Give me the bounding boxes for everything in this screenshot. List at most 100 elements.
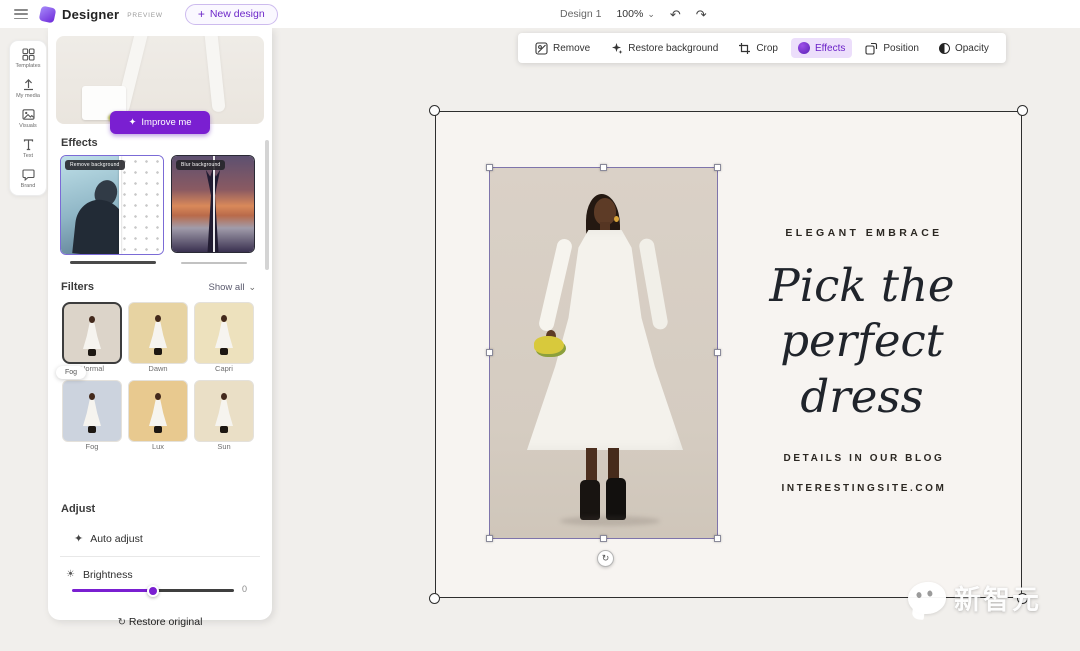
model-figure [580, 480, 600, 520]
improve-me-label: Improve me [141, 117, 192, 128]
effect-slider-track[interactable] [70, 261, 156, 264]
plus-icon: + [197, 6, 205, 21]
effect-slider-track[interactable] [181, 262, 247, 264]
filter-thumbnail[interactable] [194, 380, 254, 442]
text-icon [23, 139, 33, 151]
effects-section-title: Effects [61, 137, 98, 149]
filter-label: Lux [151, 442, 165, 451]
brightness-value: 0 [242, 584, 248, 594]
improve-me-button[interactable]: ✦ Improve me [110, 111, 210, 134]
rail-label: Visuals [19, 123, 37, 129]
remove-icon [535, 41, 548, 55]
filter-thumbnail[interactable] [62, 302, 122, 364]
resize-handle[interactable] [486, 349, 493, 356]
crop-label: Crop [756, 42, 778, 54]
remove-label: Remove [553, 42, 591, 54]
filter-tooltip: Fog [56, 366, 87, 379]
rail-label: Templates [15, 63, 41, 69]
model-figure [594, 198, 616, 225]
design-headline-text[interactable]: Pick the perfect dress [712, 258, 1012, 424]
opacity-label: Opacity [954, 42, 989, 54]
effect-photo [61, 156, 130, 254]
brightness-label: Brightness [82, 569, 133, 581]
menu-icon[interactable] [14, 9, 28, 19]
position-button[interactable]: Position [858, 38, 926, 59]
auto-adjust-label: Auto adjust [90, 533, 143, 545]
dress-detail [203, 36, 226, 113]
chevron-down-icon: ⌄ [647, 8, 655, 19]
new-design-button[interactable]: + New design [184, 3, 278, 25]
sidebar-item-brand[interactable]: Brand [10, 168, 46, 189]
filter-thumbnail[interactable] [62, 380, 122, 442]
restore-background-label: Restore background [628, 42, 719, 54]
design-eyebrow-text[interactable]: ELEGANT EMBRACE [728, 227, 1000, 239]
rotate-handle[interactable]: ↻ [597, 550, 614, 567]
sidebar-item-my-media[interactable]: My media [10, 78, 46, 99]
filter-thumbnail[interactable] [128, 302, 188, 364]
redo-button[interactable]: ↷ [696, 8, 707, 21]
restore-background-icon [610, 42, 623, 55]
top-bar: Designer Preview + New design Design 1 1… [0, 0, 1080, 28]
effect-blur-background-thumbnail[interactable]: Blur background [171, 155, 255, 253]
position-label: Position [883, 42, 919, 54]
resize-handle[interactable] [599, 164, 607, 171]
design-site-text[interactable]: INTERESTINGSITE.COM [728, 483, 1000, 494]
filter-label: Dawn [148, 364, 168, 373]
watermark-bubble-icon [905, 579, 949, 620]
headline-line2: perfect dress [780, 314, 944, 423]
restore-original-label: Restore original [128, 616, 203, 628]
sidebar-item-templates[interactable]: Templates [10, 48, 46, 69]
selection-handle[interactable] [1017, 105, 1028, 116]
position-icon [865, 42, 878, 55]
filter-label: Capri [215, 364, 233, 373]
restore-original-button[interactable]: ↻ Restore original [48, 616, 272, 628]
opacity-button[interactable]: Opacity [932, 39, 996, 58]
transparency-pattern [119, 156, 163, 254]
show-all-filters-link[interactable]: Show all ⌄ [209, 282, 256, 293]
resize-handle[interactable] [714, 164, 721, 171]
undo-button[interactable]: ↶ [670, 8, 681, 21]
filter-thumbnail[interactable] [128, 380, 188, 442]
model-figure [537, 237, 574, 333]
app-title: Designer [62, 6, 120, 22]
filter-label: Fog [85, 442, 99, 451]
new-design-label: New design [209, 7, 265, 20]
rail-label: Brand [20, 183, 36, 189]
filter-thumbnail[interactable] [194, 302, 254, 364]
resize-handle[interactable] [714, 535, 721, 542]
magic-wand-icon: ✦ [74, 532, 84, 545]
model-figure [614, 216, 619, 222]
before-after-divider[interactable] [119, 156, 122, 254]
selection-handle[interactable] [429, 593, 440, 604]
designer-app: Designer Preview + New design Design 1 1… [0, 0, 1080, 651]
divider [60, 556, 260, 557]
restore-background-button[interactable]: Restore background [603, 38, 725, 59]
model-figure [606, 478, 626, 520]
effect-remove-background-thumbnail[interactable]: Remove background [60, 155, 164, 255]
sparkle-icon: ✦ [128, 117, 137, 128]
watermark: 新智元 [905, 578, 1041, 620]
effects-button[interactable]: Effects [791, 38, 853, 58]
left-rail: Templates My media Visuals Text Brand [9, 40, 47, 196]
dress-photo-element[interactable] [486, 164, 721, 542]
auto-adjust-button[interactable]: ✦ Auto adjust [74, 533, 143, 545]
preview-badge: Preview [127, 11, 163, 19]
crop-button[interactable]: Crop [731, 38, 785, 59]
design-details-text[interactable]: DETAILS IN OUR BLOG [728, 453, 1000, 464]
sidebar-item-visuals[interactable]: Visuals [10, 108, 46, 129]
designer-logo-icon [38, 5, 57, 23]
remove-button[interactable]: Remove [528, 38, 597, 59]
panel-scrollbar[interactable] [265, 140, 269, 270]
selection-handle[interactable] [429, 105, 440, 116]
resize-handle[interactable] [599, 535, 607, 542]
zoom-level: 100% [616, 8, 644, 20]
brightness-slider-thumb[interactable] [147, 584, 159, 597]
before-after-divider[interactable] [213, 156, 215, 252]
image-toolbar: Remove Restore background Crop Effects P… [518, 33, 1006, 63]
brightness-slider[interactable] [72, 584, 234, 597]
zoom-dropdown[interactable]: 100% ⌄ [616, 8, 654, 20]
resize-handle[interactable] [486, 164, 493, 171]
sidebar-item-text[interactable]: Text [10, 138, 46, 159]
resize-handle[interactable] [486, 535, 493, 542]
filter-label: Sun [217, 442, 231, 451]
